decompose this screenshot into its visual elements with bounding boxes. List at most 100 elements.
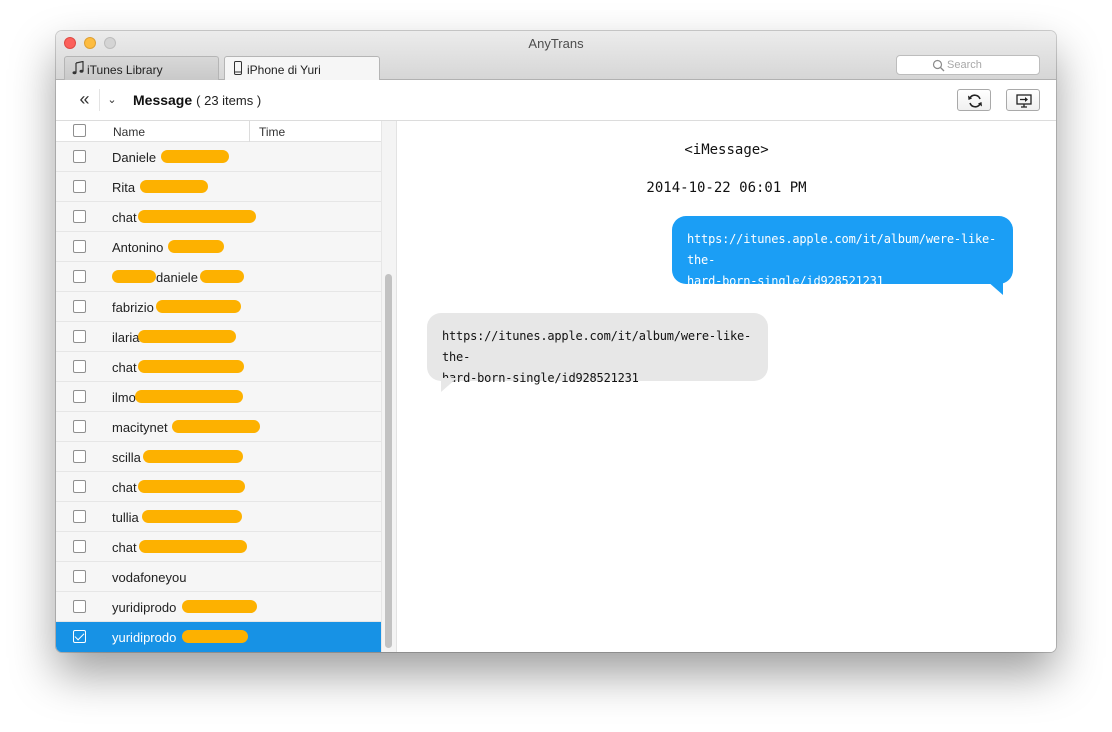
redaction-mark <box>140 180 208 193</box>
received-message-bubble: https://itunes.apple.com/it/album/were-l… <box>427 313 768 385</box>
item-count: ( 23 items ) <box>196 93 262 108</box>
contact-name: Daniele <box>112 150 157 165</box>
row-checkbox[interactable] <box>73 240 86 253</box>
row-checkbox[interactable] <box>73 510 86 523</box>
list-item[interactable]: yuridiprodo <box>56 592 381 622</box>
tab-iphone[interactable]: iPhone di Yuri <box>224 56 380 81</box>
column-header-time[interactable]: Time <box>259 125 285 139</box>
row-checkbox[interactable] <box>73 600 86 613</box>
back-double-chevron-icon[interactable]: « <box>70 89 100 111</box>
row-checkbox[interactable] <box>73 390 86 403</box>
redaction-mark <box>142 510 242 523</box>
list-item[interactable]: fabrizio <box>56 292 381 322</box>
tab-label: iTunes Library <box>87 63 163 77</box>
refresh-button[interactable] <box>957 89 991 111</box>
refresh-icon <box>968 94 982 108</box>
row-checkbox[interactable] <box>73 570 86 583</box>
list-item[interactable]: chat <box>56 532 381 562</box>
received-bubble-tail <box>441 378 457 392</box>
contact-name: vodafoneyou <box>112 570 187 585</box>
conversation-list-pane: Name Time Daniele Rita chat Antonino daniele… <box>56 121 396 652</box>
row-checkbox[interactable] <box>73 420 86 433</box>
redaction-mark <box>138 330 236 343</box>
scrollbar-thumb[interactable] <box>385 274 392 648</box>
export-to-computer-icon <box>1016 94 1032 108</box>
search-placeholder: Search <box>947 59 982 71</box>
toolbar: « ⌄ Message( 23 items ) <box>56 80 1056 121</box>
list-item[interactable]: macitynet <box>56 412 381 442</box>
column-divider <box>249 121 250 142</box>
select-all-checkbox[interactable] <box>73 124 86 137</box>
redaction-mark <box>135 390 243 403</box>
row-checkbox[interactable] <box>73 210 86 223</box>
redaction-mark <box>138 360 244 373</box>
list-item[interactable]: ilmo <box>56 382 381 412</box>
list-item[interactable]: tullia <box>56 502 381 532</box>
row-checkbox[interactable] <box>73 360 86 373</box>
list-item[interactable]: chat <box>56 472 381 502</box>
redaction-mark <box>138 210 256 223</box>
title-bar: AnyTrans iTunes Library iPhone di Yuri S… <box>56 31 1056 81</box>
redaction-mark <box>138 480 245 493</box>
list-item[interactable]: Rita <box>56 172 381 202</box>
row-checkbox[interactable] <box>73 630 86 643</box>
chevron-down-icon[interactable]: ⌄ <box>102 89 122 111</box>
contact-name: chat <box>112 480 137 495</box>
contact-name: fabrizio <box>112 300 154 315</box>
contact-name: macitynet <box>112 420 168 435</box>
contact-name: Antonino <box>112 240 164 255</box>
tab-label: iPhone di Yuri <box>247 63 321 77</box>
row-checkbox[interactable] <box>73 450 86 463</box>
list-item[interactable]: daniele <box>56 262 381 292</box>
redaction-mark <box>112 270 156 283</box>
row-checkbox[interactable] <box>73 480 86 493</box>
contact-name: chat <box>112 540 137 555</box>
contact-name: daniele <box>156 270 198 285</box>
sent-message-bubble: https://itunes.apple.com/it/album/were-l… <box>672 216 1013 288</box>
contact-name: yuridiprodo <box>112 630 177 645</box>
message-text: https://itunes.apple.com/it/album/were-l… <box>442 329 752 364</box>
list-item[interactable]: chat <box>56 352 381 382</box>
row-checkbox[interactable] <box>73 180 86 193</box>
message-text: https://itunes.apple.com/it/album/were-l… <box>687 232 997 267</box>
message-text: hard-born-single/id928521231 <box>442 371 639 385</box>
list-item[interactable]: Antonino <box>56 232 381 262</box>
search-icon <box>932 59 945 72</box>
window-title: AnyTrans <box>528 36 584 51</box>
list-header: Name Time <box>56 121 382 142</box>
music-note-icon <box>72 61 84 75</box>
row-checkbox[interactable] <box>73 270 86 283</box>
search-input[interactable]: Search <box>896 55 1040 75</box>
redaction-mark <box>168 240 224 253</box>
row-checkbox[interactable] <box>73 540 86 553</box>
list-item[interactable]: yuridiprodo <box>56 622 381 652</box>
contact-name: scilla <box>112 450 141 465</box>
message-text: hard-born-single/id928521231 <box>687 274 884 288</box>
redaction-mark <box>200 270 244 283</box>
redaction-mark <box>139 540 247 553</box>
redaction-mark <box>172 420 260 433</box>
list-item[interactable]: Daniele <box>56 142 381 172</box>
row-checkbox[interactable] <box>73 300 86 313</box>
iphone-icon <box>234 61 242 75</box>
list-item[interactable]: ilaria <box>56 322 381 352</box>
row-checkbox[interactable] <box>73 150 86 163</box>
row-checkbox[interactable] <box>73 330 86 343</box>
redaction-mark <box>156 300 241 313</box>
list-item[interactable]: vodafoneyou <box>56 562 381 592</box>
contact-name: chat <box>112 210 137 225</box>
list-item[interactable]: chat <box>56 202 381 232</box>
contact-name: chat <box>112 360 137 375</box>
export-to-computer-button[interactable] <box>1006 89 1040 111</box>
tab-itunes-library[interactable]: iTunes Library <box>64 56 219 80</box>
conversation-list: Daniele Rita chat Antonino daniele fabrizio il… <box>56 142 381 652</box>
contact-name: tullia <box>112 510 139 525</box>
contact-name: yuridiprodo <box>112 600 177 615</box>
message-service: <iMessage> <box>684 142 769 158</box>
column-header-name[interactable]: Name <box>113 125 145 139</box>
page-title: Message( 23 items ) <box>133 92 261 108</box>
message-timestamp: 2014-10-22 06:01 PM <box>646 180 807 196</box>
contact-name: ilmo <box>112 390 136 405</box>
redaction-mark <box>182 630 248 643</box>
list-item[interactable]: scilla <box>56 442 381 472</box>
